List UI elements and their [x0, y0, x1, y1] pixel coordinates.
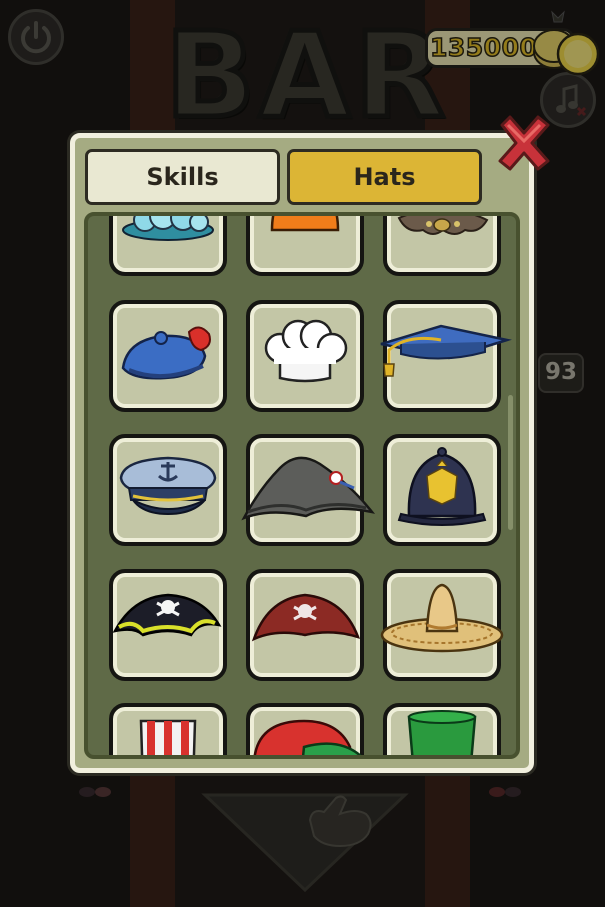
chef-hat-icon [264, 319, 348, 383]
hat-tile-beret[interactable] [109, 300, 227, 412]
medusa-hat-icon [397, 216, 489, 235]
hat-tile-medusa[interactable] [383, 216, 501, 276]
hat-tile-pirate-black[interactable] [109, 569, 227, 681]
graduation-cap-icon [380, 324, 512, 377]
hat-tile-sombrero[interactable] [380, 569, 504, 681]
sombrero-icon [380, 583, 504, 653]
bubble-hat-icon [122, 216, 214, 241]
captain-hat-icon [119, 456, 217, 516]
hat-tile-police[interactable] [383, 434, 501, 546]
hat-tile-green-top-hat[interactable] [383, 703, 501, 755]
hat-tile-pirate-red[interactable] [246, 569, 364, 681]
hat-tile-graduation[interactable] [380, 300, 512, 412]
hat-tile-uncle-sam[interactable] [109, 703, 227, 755]
jester-hat-icon [253, 719, 362, 755]
hat-tile-bicorne[interactable] [241, 434, 376, 546]
hat-tile-captain[interactable] [109, 434, 227, 546]
pirate-hat-black-icon [112, 593, 222, 637]
tab-hats[interactable]: Hats [287, 149, 482, 205]
bicorne-hat-icon [241, 456, 376, 521]
uncle-sam-hat-icon [139, 719, 197, 755]
hat-tile-bubble[interactable] [109, 216, 227, 276]
hat-tile-hardhat[interactable] [246, 216, 364, 276]
orange-hardhat-icon [270, 216, 340, 232]
hats-scrollbar[interactable] [508, 395, 513, 530]
hat-tile-jester[interactable] [246, 703, 364, 755]
hats-grid[interactable] [84, 212, 520, 759]
close-icon[interactable] [492, 111, 556, 175]
hat-tile-chef[interactable] [246, 300, 364, 412]
green-top-hat-icon [407, 710, 477, 755]
blue-beret-icon [121, 326, 211, 380]
tab-skills[interactable]: Skills [85, 149, 280, 205]
police-helmet-icon [397, 447, 487, 526]
pirate-hat-red-icon [251, 593, 361, 642]
